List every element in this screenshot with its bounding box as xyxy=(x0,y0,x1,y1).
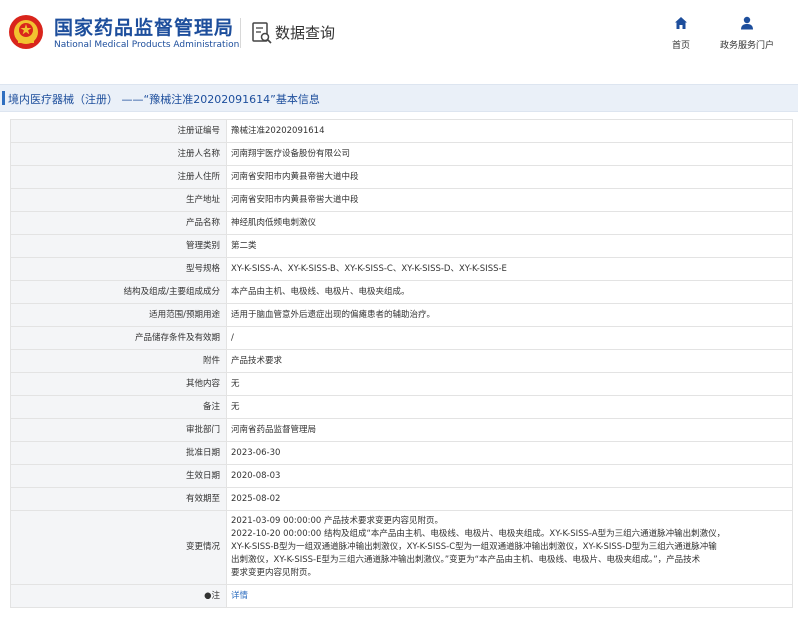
table-row: 有效期至 2025-08-02 xyxy=(10,487,793,511)
org-name-en: National Medical Products Administration xyxy=(54,40,240,50)
row-label: 产品名称 xyxy=(10,211,227,235)
detail-table: 注册证编号 豫械注准20202091614 注册人名称 河南翔宇医疗设备股份有限公司注… xyxy=(10,119,793,608)
change-history-line: XY-K-SISS-B型为一组双通道脉冲输出刺激仪，XY-K-SISS-C型为一… xyxy=(231,542,717,552)
row-value: 产品技术要求 xyxy=(226,349,793,373)
row-value: 神经肌肉低频电刺激仪 xyxy=(226,211,793,235)
table-row: 型号规格 XY-K-SISS-A、XY-K-SISS-B、XY-K-SISS-C、… xyxy=(10,257,793,281)
row-label: 生效日期 xyxy=(10,464,227,488)
table-row: 附件 产品技术要求 xyxy=(10,349,793,373)
row-value: 第二类 xyxy=(226,234,793,258)
row-value: 2025-08-02 xyxy=(226,487,793,511)
table-row: 审批部门 河南省药品监督管理局 xyxy=(10,418,793,442)
table-row-note: ●注 详情 xyxy=(10,584,793,608)
table-row: 注册证编号 豫械注准20202091614 xyxy=(10,119,793,143)
national-emblem-icon xyxy=(9,15,43,49)
row-label: 结构及组成/主要组成成分 xyxy=(10,280,227,304)
row-value: 河南省药品监督管理局 xyxy=(226,418,793,442)
row-label: 生产地址 xyxy=(10,188,227,212)
table-row: 注册人名称 河南翔宇医疗设备股份有限公司 xyxy=(10,142,793,166)
row-value: 无 xyxy=(226,372,793,396)
row-label: 适用范围/预期用途 xyxy=(10,303,227,327)
table-row: 备注无 xyxy=(10,395,793,419)
table-row: 结构及组成/主要组成成分 本产品由主机、电极线、电极片、电极夹组成。 xyxy=(10,280,793,304)
table-row: 管理类别 第二类 xyxy=(10,234,793,258)
row-label: 注册人名称 xyxy=(10,142,227,166)
site-header: 国家药品监督管理局 National Medical Products Admi… xyxy=(0,0,798,78)
table-row: 生产地址 河南省安阳市内黄县帝喾大道中段 xyxy=(10,188,793,212)
breadcrumb-marker xyxy=(2,91,5,105)
row-label: 批准日期 xyxy=(10,441,227,465)
row-value: 河南省安阳市内黄县帝喾大道中段 xyxy=(226,188,793,212)
row-value: / xyxy=(226,326,793,350)
row-value: 河南省安阳市内黄县帝喾大道中段 xyxy=(226,165,793,189)
row-label: 注册人住所 xyxy=(10,165,227,189)
row-value: 适用于脑血管意外后遗症出现的偏瘫患者的辅助治疗。 xyxy=(226,303,793,327)
row-label: 其他内容 xyxy=(10,372,227,396)
breadcrumb: 境内医疗器械（注册） ——“豫械注准20202091614”基本信息 xyxy=(0,84,798,112)
change-history-value: 2021-03-09 00:00:00 产品技术要求变更内容见附页。 2022-1… xyxy=(226,510,793,585)
table-row: 生效日期 2020-08-03 xyxy=(10,464,793,488)
nav-home[interactable]: 首页 xyxy=(668,16,694,51)
row-label: 注册证编号 xyxy=(10,119,227,143)
row-value: 豫械注准20202091614 xyxy=(226,119,793,143)
row-value: XY-K-SISS-A、XY-K-SISS-B、XY-K-SISS-C、XY-K… xyxy=(226,257,793,281)
home-icon xyxy=(675,17,687,29)
row-label: 型号规格 xyxy=(10,257,227,281)
details-link[interactable]: 详情 xyxy=(231,591,248,601)
row-label: 备注 xyxy=(10,395,227,419)
table-row: 其他内容无 xyxy=(10,372,793,396)
row-value: 无 xyxy=(226,395,793,419)
row-label: 变更情况 xyxy=(10,510,227,585)
table-row: 批准日期 2023-06-30 xyxy=(10,441,793,465)
row-value: 本产品由主机、电极线、电极片、电极夹组成。 xyxy=(226,280,793,304)
nav-portal-label: 政务服务门户 xyxy=(719,41,774,51)
row-label: 管理类别 xyxy=(10,234,227,258)
row-value: 2020-08-03 xyxy=(226,464,793,488)
table-row: 产品名称 神经肌肉低频电刺激仪 xyxy=(10,211,793,235)
header-divider xyxy=(240,18,241,48)
row-label: 有效期至 xyxy=(10,487,227,511)
table-row: 适用范围/预期用途 适用于脑血管意外后遗症出现的偏瘫患者的辅助治疗。 xyxy=(10,303,793,327)
row-label: ●注 xyxy=(10,584,227,608)
row-label: 产品储存条件及有效期 xyxy=(10,326,227,350)
breadcrumb-text: 境内医疗器械（注册） ——“豫械注准20202091614”基本信息 xyxy=(8,93,320,106)
change-history-line: 出刺激仪，XY-K-SISS-E型为三组六通道脉冲输出刺激仪。”变更为“本产品由… xyxy=(231,555,701,565)
change-history-line: 2021-03-09 00:00:00 产品技术要求变更内容见附页。 xyxy=(231,516,443,526)
data-query-icon xyxy=(252,22,272,44)
table-row-change-history: 变更情况 2021-03-09 00:00:00 产品技术要求变更内容见附页。 20… xyxy=(10,510,793,585)
row-label: 审批部门 xyxy=(10,418,227,442)
row-value: 详情 xyxy=(226,584,793,608)
change-history-line: 2022-10-20 00:00:00 结构及组成“本产品由主机、电极线、电极片… xyxy=(231,529,726,539)
change-history-line: 要求变更内容见附页。 xyxy=(231,568,317,578)
data-query-title: 数据查询 xyxy=(275,24,336,42)
table-row: 产品储存条件及有效期 / xyxy=(10,326,793,350)
org-name-cn: 国家药品监督管理局 xyxy=(54,17,235,39)
user-icon xyxy=(741,16,753,30)
nav-home-label: 首页 xyxy=(671,41,690,51)
row-value: 2023-06-30 xyxy=(226,441,793,465)
nav-service-portal[interactable]: 政务服务门户 xyxy=(716,16,778,51)
row-value: 河南翔宇医疗设备股份有限公司 xyxy=(226,142,793,166)
row-label: 附件 xyxy=(10,349,227,373)
table-row: 注册人住所 河南省安阳市内黄县帝喾大道中段 xyxy=(10,165,793,189)
